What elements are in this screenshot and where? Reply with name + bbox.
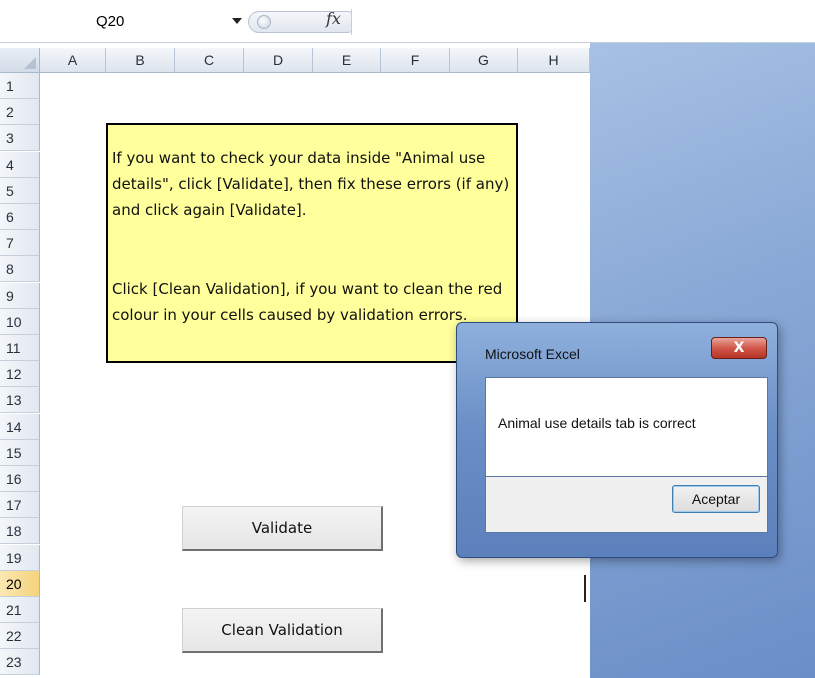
row-header-16[interactable]: 16 xyxy=(0,466,40,492)
row-header-6[interactable]: 6 xyxy=(0,204,40,230)
insert-function-icon[interactable]: fx xyxy=(326,9,341,28)
validate-button[interactable]: Validate xyxy=(182,506,383,551)
close-button[interactable]: X xyxy=(711,337,767,359)
row-header-2[interactable]: 2 xyxy=(0,99,40,126)
note-paragraph-validate: If you want to check your data inside "A… xyxy=(112,149,510,219)
row-header-23[interactable]: 23 xyxy=(0,649,40,676)
formula-input-area: fx xyxy=(248,9,815,35)
dialog-title: Microsoft Excel xyxy=(485,346,580,362)
row-header-13[interactable]: 13 xyxy=(0,387,40,414)
row-header-7[interactable]: 7 xyxy=(0,230,40,257)
row-header-21[interactable]: 21 xyxy=(0,597,40,623)
column-header-b[interactable]: B xyxy=(106,48,175,73)
row-header-11[interactable]: 11 xyxy=(0,335,40,361)
row-header-1[interactable]: 1 xyxy=(0,73,40,99)
column-header-g[interactable]: G xyxy=(450,48,518,73)
row-header-20[interactable]: 20 xyxy=(0,570,40,597)
row-header-4[interactable]: 4 xyxy=(0,151,40,178)
row-header-15[interactable]: 15 xyxy=(0,439,40,466)
note-paragraph-clean: Click [Clean Validation], if you want to… xyxy=(112,280,503,324)
row-header-17[interactable]: 17 xyxy=(0,492,40,519)
row-header-22[interactable]: 22 xyxy=(0,623,40,650)
column-header-c[interactable]: C xyxy=(175,48,244,73)
column-header-a[interactable]: A xyxy=(40,48,106,73)
expand-knob-icon xyxy=(257,15,271,29)
accept-button[interactable]: Aceptar xyxy=(672,485,760,513)
column-header-h[interactable]: H xyxy=(518,48,590,73)
message-dialog: Microsoft Excel X Animal use details tab… xyxy=(456,322,778,558)
close-icon: X xyxy=(733,340,745,356)
row-header-19[interactable]: 19 xyxy=(0,544,40,571)
clean-validation-button[interactable]: Clean Validation xyxy=(182,608,383,653)
row-header-9[interactable]: 9 xyxy=(0,282,40,309)
formula-expand-control[interactable] xyxy=(248,11,358,33)
row-header-3[interactable]: 3 xyxy=(0,125,40,152)
row-header-5[interactable]: 5 xyxy=(0,177,40,204)
row-header-18[interactable]: 18 xyxy=(0,518,40,545)
row-header-10[interactable]: 10 xyxy=(0,308,40,335)
row-header-8[interactable]: 8 xyxy=(0,256,40,283)
dialog-message: Animal use details tab is correct xyxy=(498,415,696,431)
column-header-e[interactable]: E xyxy=(313,48,381,73)
name-box[interactable]: Q20 xyxy=(52,10,242,34)
dialog-footer: Aceptar xyxy=(485,477,768,533)
row-header-12[interactable]: 12 xyxy=(0,361,40,388)
name-box-dropdown-icon[interactable] xyxy=(232,18,242,24)
text-cursor xyxy=(584,575,586,602)
formula-input[interactable] xyxy=(352,9,815,35)
row-header-14[interactable]: 14 xyxy=(0,413,40,440)
column-header-d[interactable]: D xyxy=(244,48,313,73)
select-all-icon xyxy=(24,57,36,69)
dialog-body: Animal use details tab is correct xyxy=(485,377,768,477)
formula-bar: Q20 fx xyxy=(0,0,815,43)
column-header-f[interactable]: F xyxy=(381,48,450,73)
select-all-corner[interactable] xyxy=(0,48,40,73)
